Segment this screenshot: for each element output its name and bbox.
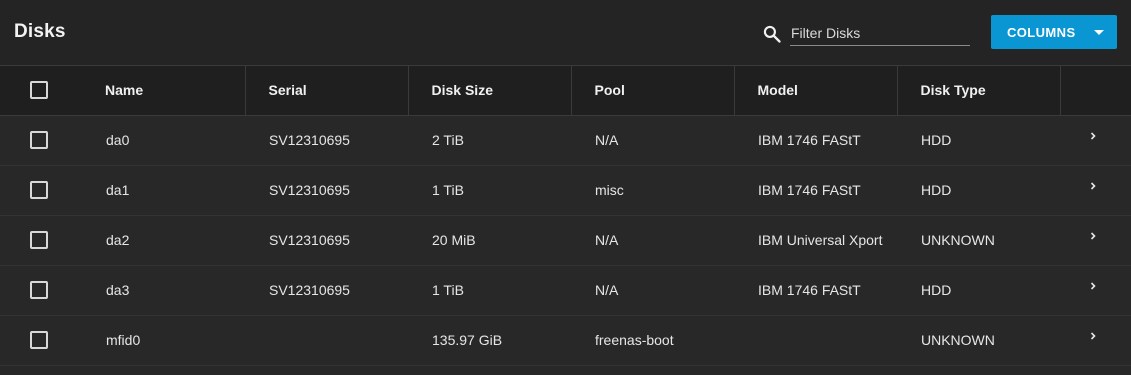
table-header-row: Name Serial Disk Size Pool Model Disk Ty… <box>0 66 1131 116</box>
column-header-disk-type[interactable]: Disk Type <box>897 66 1061 116</box>
table-row[interactable]: mfid0 135.97 GiB freenas-boot UNKNOWN <box>0 315 1131 366</box>
cell-disk-type: HDD <box>897 265 1060 316</box>
row-checkbox[interactable] <box>30 331 48 349</box>
cell-serial: SV12310695 <box>245 215 408 266</box>
select-all-checkbox[interactable] <box>30 81 48 100</box>
chevron-right-icon[interactable] <box>1088 331 1098 341</box>
row-select-cell <box>0 315 82 366</box>
cell-disk-type: UNKNOWN <box>897 215 1060 266</box>
cell-name: da1 <box>82 165 245 216</box>
select-all-cell <box>0 66 82 116</box>
cell-disk-size: 2 TiB <box>408 115 571 166</box>
column-header-expand <box>1060 66 1131 116</box>
cell-disk-type: UNKNOWN <box>897 315 1060 366</box>
cell-name: da2 <box>82 215 245 266</box>
disks-table: Name Serial Disk Size Pool Model Disk Ty… <box>0 66 1131 366</box>
toolbar: Disks COLUMNS <box>0 0 1131 66</box>
chevron-right-icon[interactable] <box>1088 231 1098 241</box>
row-expand-cell <box>1060 215 1131 266</box>
row-checkbox[interactable] <box>30 181 48 199</box>
columns-button[interactable]: COLUMNS <box>991 15 1117 49</box>
cell-disk-type: HDD <box>897 115 1060 166</box>
cell-model: IBM Universal Xport <box>734 215 897 266</box>
row-select-cell <box>0 215 82 266</box>
cell-serial: SV12310695 <box>245 265 408 316</box>
cell-pool: freenas-boot <box>571 315 734 366</box>
column-header-name[interactable]: Name <box>82 66 246 116</box>
cell-name: mfid0 <box>82 315 245 366</box>
column-header-serial[interactable]: Serial <box>245 66 409 116</box>
chevron-right-icon[interactable] <box>1088 181 1098 191</box>
page-title: Disks <box>14 21 66 42</box>
row-checkbox[interactable] <box>30 131 48 149</box>
table-row[interactable]: da2 SV12310695 20 MiB N/A IBM Universal … <box>0 215 1131 266</box>
row-expand-cell <box>1060 165 1131 216</box>
table-row[interactable]: da1 SV12310695 1 TiB misc IBM 1746 FAStT… <box>0 165 1131 216</box>
cell-serial <box>245 315 408 366</box>
row-checkbox[interactable] <box>30 231 48 249</box>
chevron-right-icon[interactable] <box>1088 131 1098 141</box>
cell-model: IBM 1746 FAStT <box>734 165 897 216</box>
cell-pool: misc <box>571 165 734 216</box>
cell-disk-size: 135.97 GiB <box>408 315 571 366</box>
column-header-disk-size[interactable]: Disk Size <box>408 66 572 116</box>
search-icon[interactable] <box>762 24 782 44</box>
table-row[interactable]: da0 SV12310695 2 TiB N/A IBM 1746 FAStT … <box>0 115 1131 166</box>
cell-model: IBM 1746 FAStT <box>734 265 897 316</box>
cell-serial: SV12310695 <box>245 165 408 216</box>
caret-down-icon[interactable] <box>1094 30 1104 35</box>
cell-serial: SV12310695 <box>245 115 408 166</box>
cell-model <box>734 315 897 366</box>
cell-disk-size: 1 TiB <box>408 165 571 216</box>
column-header-pool[interactable]: Pool <box>571 66 735 116</box>
row-select-cell <box>0 115 82 166</box>
cell-pool: N/A <box>571 215 734 266</box>
row-select-cell <box>0 165 82 216</box>
cell-pool: N/A <box>571 115 734 166</box>
cell-model: IBM 1746 FAStT <box>734 115 897 166</box>
chevron-right-icon[interactable] <box>1088 281 1098 291</box>
columns-button-label: COLUMNS <box>1007 25 1076 40</box>
row-checkbox[interactable] <box>30 281 48 299</box>
filter-disks-input[interactable] <box>790 20 970 46</box>
cell-disk-size: 20 MiB <box>408 215 571 266</box>
cell-name: da3 <box>82 265 245 316</box>
cell-disk-size: 1 TiB <box>408 265 571 316</box>
row-expand-cell <box>1060 315 1131 366</box>
cell-disk-type: HDD <box>897 165 1060 216</box>
table-row[interactable]: da3 SV12310695 1 TiB N/A IBM 1746 FAStT … <box>0 265 1131 316</box>
row-select-cell <box>0 265 82 316</box>
column-header-model[interactable]: Model <box>734 66 898 116</box>
cell-name: da0 <box>82 115 245 166</box>
row-expand-cell <box>1060 115 1131 166</box>
row-expand-cell <box>1060 265 1131 316</box>
cell-pool: N/A <box>571 265 734 316</box>
